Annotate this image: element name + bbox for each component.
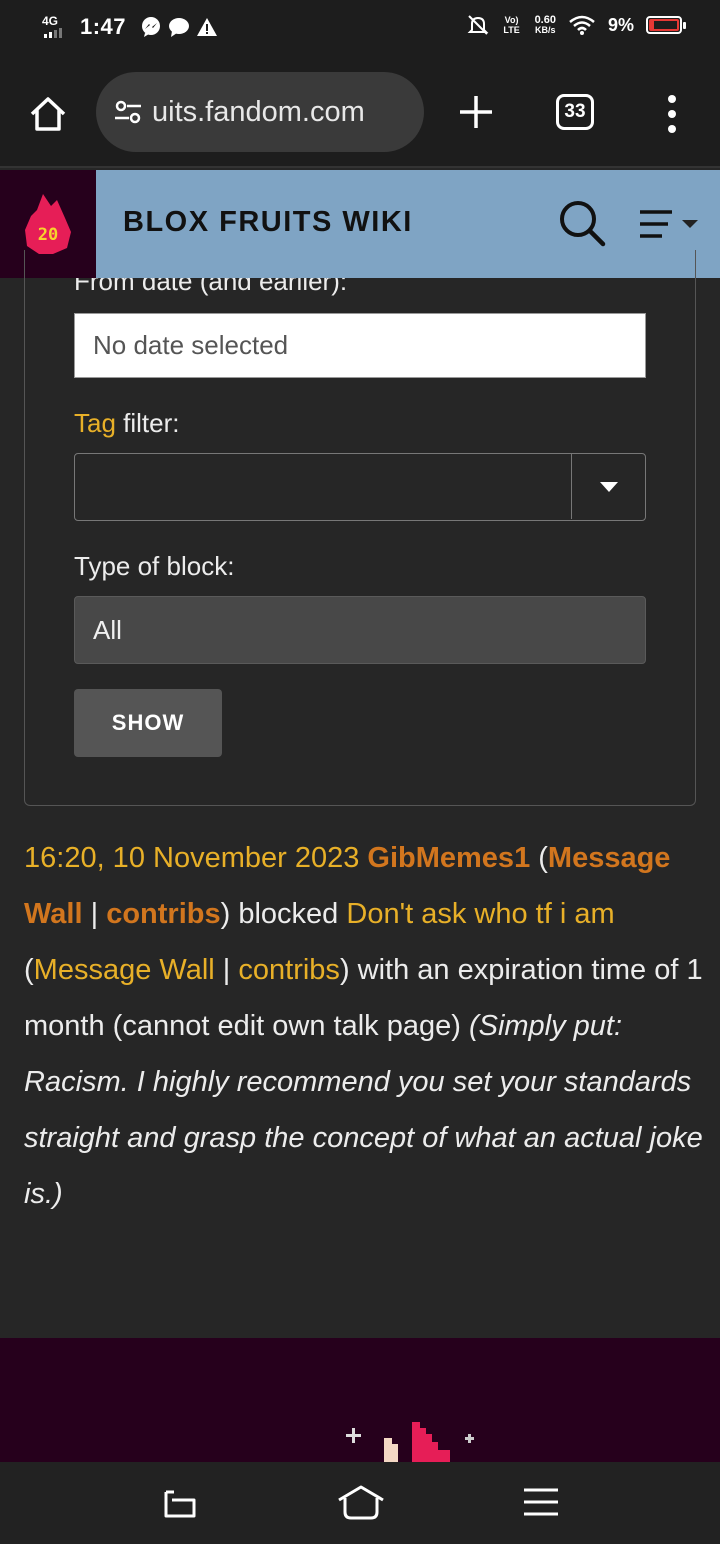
footer-sparkle-icon [346, 1422, 474, 1462]
messenger-icon [142, 17, 161, 37]
tag-filter-select[interactable] [74, 453, 646, 521]
data-speed: 0.60 KB/s [534, 14, 556, 36]
target-user-link[interactable]: Don't ask who tf i am [346, 898, 614, 930]
more-options-icon[interactable] [662, 94, 682, 134]
data-speed-unit: KB/s [535, 25, 556, 35]
status-bar: 4G 1:47 Vo) LTE 0.60 KB/s 9% [0, 0, 720, 56]
blocker-contribs-link[interactable]: contribs [106, 898, 220, 930]
network-type: 4G [42, 14, 59, 28]
new-tab-icon[interactable] [456, 92, 496, 132]
chat-bubble-icon [169, 18, 190, 37]
tag-link[interactable]: Tag [74, 408, 116, 438]
block-type-select[interactable]: All [74, 596, 646, 664]
wifi-icon [569, 15, 595, 35]
browser-toolbar: uits.fandom.com 33 [0, 56, 720, 168]
address-bar[interactable]: uits.fandom.com [96, 72, 424, 152]
date-field[interactable]: No date selected [74, 313, 646, 378]
do-not-disturb-icon [467, 15, 488, 35]
wiki-logo-icon: 20 [25, 194, 71, 254]
log-timestamp-link[interactable]: 16:20, 10 November 2023 [24, 842, 359, 874]
battery-percent: 9% [607, 14, 634, 35]
volte-indicator: Vo) LTE [503, 15, 520, 35]
target-message-wall-link[interactable]: Message Wall [34, 954, 215, 986]
warning-icon [197, 18, 218, 36]
blocker-user-link[interactable]: GibMemes1 [367, 842, 530, 874]
system-nav-bar [0, 1462, 720, 1544]
wiki-footer [0, 1338, 720, 1462]
wiki-menu-icon[interactable] [636, 206, 702, 242]
clock: 1:47 [80, 14, 127, 39]
back-icon[interactable] [160, 1486, 200, 1522]
battery-icon [646, 16, 686, 34]
home-icon[interactable] [26, 92, 70, 136]
target-contribs-link[interactable]: contribs [238, 954, 340, 986]
log-entry: 16:20, 10 November 2023 GibMemes1 (Messa… [24, 842, 703, 1210]
data-speed-value: 0.60 [534, 14, 556, 26]
block-type-label: Type of block: [74, 551, 235, 581]
notification-icons [140, 16, 218, 38]
signal-bars-icon [44, 28, 62, 38]
wiki-title[interactable]: BLOX FRUITS WIKI [123, 206, 413, 239]
network-indicator: 4G [42, 14, 72, 40]
log-action: blocked [238, 898, 339, 930]
site-settings-icon[interactable] [112, 96, 144, 128]
tag-dropdown-button[interactable] [571, 454, 645, 519]
tab-switcher-button[interactable]: 33 [556, 94, 594, 130]
home-nav-icon[interactable] [336, 1484, 386, 1522]
show-button[interactable]: SHOW [74, 689, 222, 757]
tag-label-text: filter: [115, 408, 180, 438]
caret-down-icon [599, 481, 618, 492]
wiki-logo-text: 20 [38, 225, 58, 245]
tag-filter-label: Tag filter: [74, 408, 180, 439]
url-text: uits.fandom.com [152, 95, 365, 128]
recents-icon[interactable] [522, 1486, 560, 1518]
search-icon[interactable] [557, 198, 607, 248]
